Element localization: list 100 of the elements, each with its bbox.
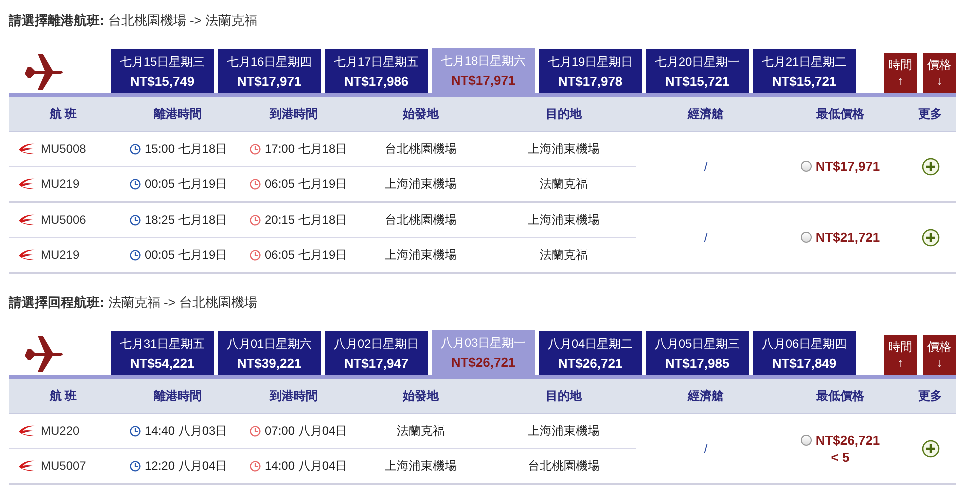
heading-label: 請選擇離港航班: — [9, 12, 104, 30]
date-tab[interactable]: 七月18日星期六 NT$17,971 — [432, 48, 535, 93]
column-header: 更多 — [918, 388, 942, 404]
airplane-icon — [23, 334, 65, 372]
radio-button[interactable] — [800, 161, 812, 172]
column-header: 經濟艙 — [688, 106, 724, 122]
column-header: 目的地 — [546, 106, 582, 122]
airline-logo-icon — [19, 460, 35, 472]
flight-number: MU5008 — [41, 142, 86, 156]
route-text: 台北桃園機場 -> 法蘭克福 — [108, 12, 258, 30]
column-header: 最低價格 — [816, 388, 864, 404]
column-header: 離港時間 — [154, 106, 202, 122]
departure-time: 15:00 七月18日 — [145, 140, 228, 158]
clock-icon — [250, 178, 261, 190]
clock-icon — [250, 144, 261, 154]
sort-button[interactable]: 價格 ↓ — [923, 335, 956, 375]
airplane-icon — [23, 52, 65, 90]
cabin-text: / — [704, 230, 708, 244]
date-tab[interactable]: 八月06日星期四 NT$17,849 — [753, 331, 856, 375]
arrival-time: 06:05 七月19日 — [265, 176, 348, 192]
arrival-time: 20:15 七月18日 — [265, 212, 348, 228]
price-text: NT$17,971 — [816, 159, 880, 174]
column-header: 最低價格 — [816, 106, 864, 122]
column-header: 目的地 — [546, 388, 582, 404]
clock-icon — [250, 426, 261, 436]
expand-icon[interactable] — [922, 440, 940, 458]
clock-icon — [250, 250, 261, 260]
destination-text: 法蘭克福 — [540, 246, 588, 264]
flight-number: MU5006 — [41, 213, 86, 227]
column-header: 航 班 — [50, 106, 78, 122]
clock-icon — [130, 250, 141, 260]
sort-button[interactable]: 時間 ↑ — [884, 53, 917, 93]
origin-text: 上海浦東機場 — [385, 458, 457, 474]
column-header: 始發地 — [403, 388, 439, 404]
date-tab[interactable]: 八月01日星期六 NT$39,221 — [218, 331, 321, 375]
clock-icon — [130, 144, 141, 154]
date-tab[interactable]: 七月16日星期四 NT$17,971 — [218, 49, 321, 93]
column-header: 經濟艙 — [688, 388, 724, 404]
destination-text: 台北桃園機場 — [528, 458, 600, 474]
sort-button[interactable]: 價格 ↓ — [923, 53, 956, 93]
departure-time: 00:05 七月19日 — [145, 176, 228, 192]
destination-text: 上海浦東機場 — [528, 422, 600, 440]
cabin-text: / — [704, 160, 708, 174]
clock-icon — [130, 460, 141, 472]
arrival-time: 17:00 七月18日 — [265, 140, 348, 158]
airline-logo-icon — [19, 143, 35, 155]
departure-time: 12:20 八月04日 — [145, 458, 228, 474]
date-tab[interactable]: 八月02日星期日 NT$17,947 — [325, 331, 428, 375]
clock-icon — [250, 214, 261, 226]
column-header: 到港時間 — [270, 106, 318, 122]
price-text: NT$26,721 — [816, 432, 880, 448]
cabin-text: / — [704, 442, 708, 456]
destination-text: 上海浦東機場 — [528, 140, 600, 158]
sort-button[interactable]: 時間 ↑ — [884, 335, 917, 375]
expand-icon[interactable] — [922, 228, 940, 246]
date-tab[interactable]: 七月31日星期五 NT$54,221 — [111, 331, 214, 375]
flight-number: MU220 — [41, 424, 80, 438]
origin-text: 台北桃園機場 — [385, 212, 457, 228]
date-tab[interactable]: 八月05日星期三 NT$17,985 — [646, 331, 749, 375]
flight-number: MU219 — [41, 177, 80, 191]
flight-number: MU5007 — [41, 459, 86, 473]
origin-text: 法蘭克福 — [397, 422, 445, 440]
clock-icon — [130, 426, 141, 436]
arrival-time: 14:00 八月04日 — [265, 458, 348, 474]
airline-logo-icon — [19, 425, 35, 437]
clock-icon — [130, 178, 141, 190]
column-header: 始發地 — [403, 106, 439, 122]
origin-text: 上海浦東機場 — [385, 246, 457, 264]
departure-time: 18:25 七月18日 — [145, 212, 228, 228]
expand-icon[interactable] — [922, 158, 940, 176]
column-header: 航 班 — [50, 388, 78, 404]
price-text: NT$21,721 — [816, 230, 880, 245]
heading-label: 請選擇回程航班: — [9, 294, 104, 312]
column-header: 離港時間 — [154, 388, 202, 404]
departure-time: 00:05 七月19日 — [145, 246, 228, 264]
date-tab[interactable]: 八月04日星期二 NT$26,721 — [539, 331, 642, 375]
origin-text: 台北桃園機場 — [385, 140, 457, 158]
date-tab[interactable]: 七月19日星期日 NT$17,978 — [539, 49, 642, 93]
airline-logo-icon — [19, 249, 35, 261]
destination-text: 上海浦東機場 — [528, 212, 600, 228]
route-text: 法蘭克福 -> 台北桃園機場 — [108, 294, 258, 312]
date-tab[interactable]: 七月15日星期三 NT$15,749 — [111, 49, 214, 93]
date-tab[interactable]: 七月17日星期五 NT$17,986 — [325, 49, 428, 93]
radio-button[interactable] — [800, 232, 812, 243]
seats-left-text: < 5 — [831, 450, 850, 464]
flight-number: MU219 — [41, 248, 80, 262]
column-header: 到港時間 — [270, 388, 318, 404]
date-tab[interactable]: 七月21日星期二 NT$15,721 — [753, 49, 856, 93]
airline-logo-icon — [19, 214, 35, 226]
arrival-time: 06:05 七月19日 — [265, 246, 348, 264]
destination-text: 法蘭克福 — [540, 176, 588, 192]
date-tab[interactable]: 七月20日星期一 NT$15,721 — [646, 49, 749, 93]
origin-text: 上海浦東機場 — [385, 176, 457, 192]
departure-time: 14:40 八月03日 — [145, 422, 228, 440]
date-tab[interactable]: 八月03日星期一 NT$26,721 — [432, 330, 535, 375]
radio-button[interactable] — [800, 434, 812, 446]
clock-icon — [250, 460, 261, 472]
column-header: 更多 — [918, 106, 942, 122]
clock-icon — [130, 214, 141, 226]
airline-logo-icon — [19, 178, 35, 190]
